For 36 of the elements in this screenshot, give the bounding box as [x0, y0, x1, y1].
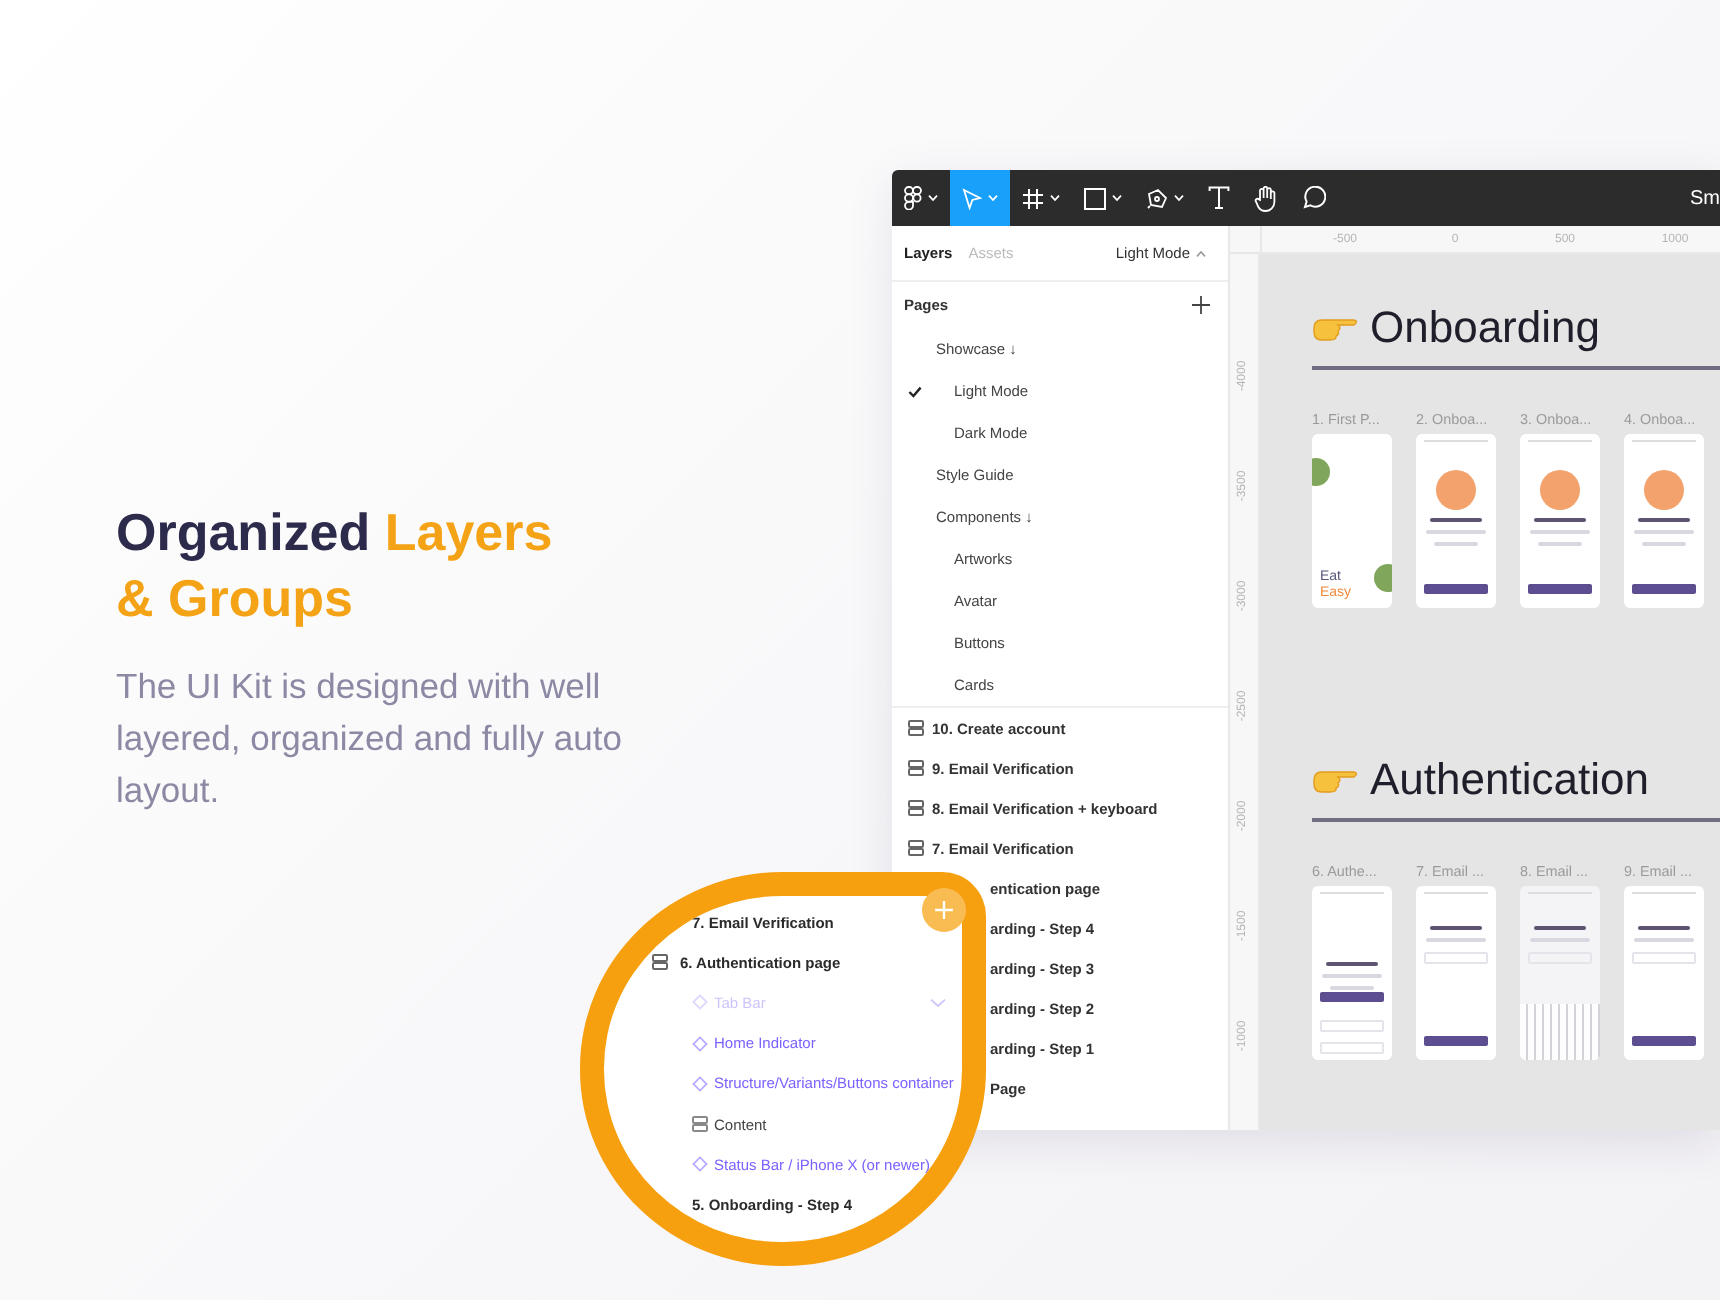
component-diamond-icon: [692, 1075, 708, 1092]
heading-text: Organized: [116, 502, 371, 562]
frame-stack-icon: [908, 800, 924, 816]
caret-icon: [1112, 194, 1122, 202]
caret-icon: [1050, 194, 1060, 202]
caret-icon: [988, 194, 998, 202]
cursor-icon: [962, 187, 982, 209]
plus-icon: [934, 900, 954, 920]
caret-icon: [928, 194, 938, 202]
heading-text: Layers: [384, 502, 553, 562]
frame-stack-icon: [908, 840, 924, 856]
frame-stack-icon: [908, 720, 924, 736]
frame-stack-icon: [652, 954, 668, 971]
caret-icon: [1174, 194, 1184, 202]
plus-icon: [1192, 296, 1210, 314]
text-tool-icon: [1208, 186, 1230, 210]
description-text: The UI Kit is designed with well layered, organized and fully auto layout.: [116, 664, 624, 814]
logo-icon: [904, 186, 922, 210]
frame-stack-icon: [908, 760, 924, 776]
pointing-hand-icon: [1312, 766, 1360, 794]
toolbar-text: Sm: [1690, 187, 1720, 209]
pointing-hand-icon: [1312, 314, 1360, 342]
frame-stack-icon: [692, 1116, 708, 1133]
component-diamond-icon: [692, 994, 708, 1011]
heading-text: & Groups: [116, 568, 353, 628]
add-page-button[interactable]: [1192, 296, 1210, 314]
section-heading: Onboarding: [1370, 302, 1600, 354]
hand-icon: [1254, 185, 1278, 211]
rectangle-icon: [1084, 187, 1106, 209]
comment-icon: [1302, 186, 1326, 210]
component-diamond-icon: [692, 1156, 708, 1173]
frame-tool-icon: [1022, 187, 1044, 209]
pen-icon: [1146, 187, 1168, 209]
section-heading: Authentication: [1370, 754, 1649, 806]
component-diamond-icon: [692, 1035, 708, 1052]
chevron-up-icon: [1196, 249, 1206, 257]
